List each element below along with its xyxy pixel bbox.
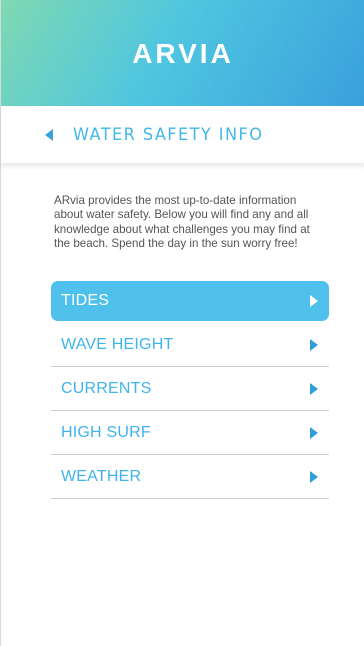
chevron-right-icon <box>310 338 318 351</box>
menu-item-label: WAVE HEIGHT <box>61 335 174 353</box>
menu-item-wave-height[interactable]: WAVE HEIGHT <box>51 323 329 367</box>
app-header: ARVIA <box>1 0 364 106</box>
page-title: WATER SAFETY INFO <box>73 124 264 145</box>
menu-item-weather[interactable]: WEATHER <box>51 455 329 499</box>
back-button[interactable] <box>45 106 73 163</box>
menu-item-high-surf[interactable]: HIGH SURF <box>51 411 329 455</box>
menu-item-label: WEATHER <box>61 467 142 485</box>
menu-item-label: HIGH SURF <box>61 423 151 441</box>
app-title: ARVIA <box>132 38 234 69</box>
chevron-right-icon <box>310 426 318 439</box>
menu-item-label: CURRENTS <box>61 379 152 397</box>
safety-menu: TIDES WAVE HEIGHT CURRENTS HIGH SURF WEA… <box>51 281 329 499</box>
intro-text: ARvia provides the most up-to-date infor… <box>54 194 310 250</box>
menu-item-currents[interactable]: CURRENTS <box>51 367 329 411</box>
back-arrow-icon <box>45 128 53 141</box>
menu-item-tides[interactable]: TIDES <box>51 281 329 321</box>
chevron-right-icon <box>310 382 318 395</box>
chevron-right-icon <box>310 470 318 483</box>
chevron-right-icon <box>310 295 318 307</box>
menu-item-label: TIDES <box>61 292 110 309</box>
app-screen: ARVIA WATER SAFETY INFO ARvia provides t… <box>0 0 364 646</box>
page-subheader: WATER SAFETY INFO <box>1 106 364 164</box>
